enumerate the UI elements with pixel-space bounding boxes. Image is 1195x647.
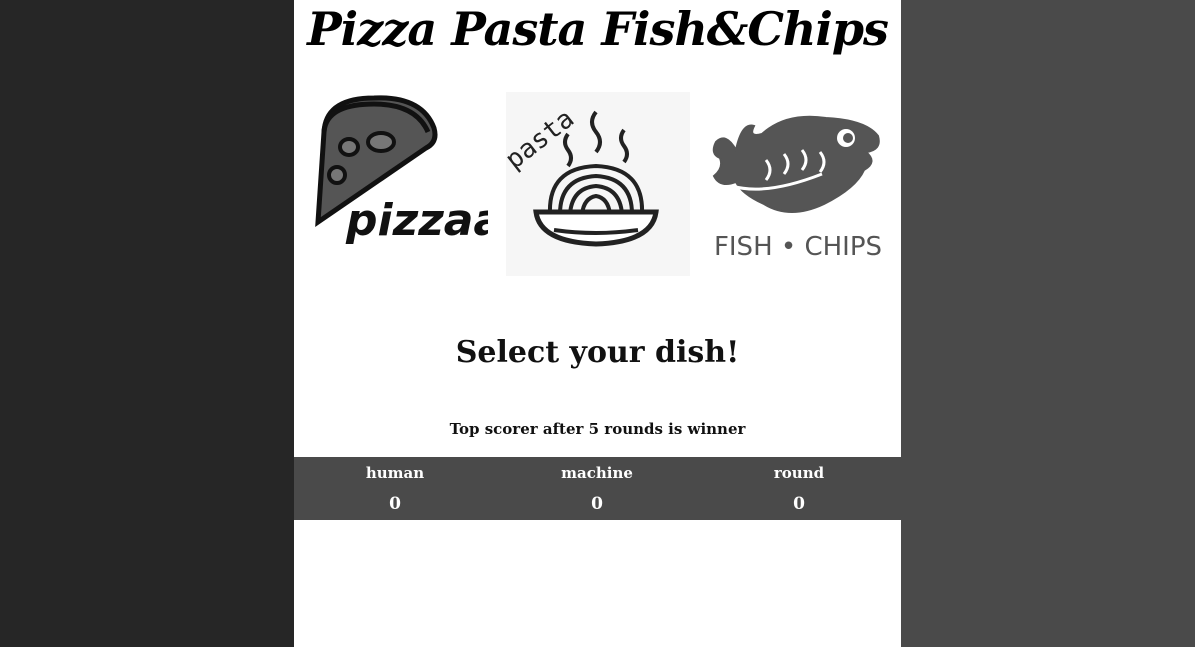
pizza-icon: pizzaa bbox=[315, 95, 488, 246]
pizza-logo-text: pizzaa bbox=[345, 195, 488, 246]
select-dish-prompt: Select your dish! bbox=[455, 335, 740, 370]
human-score-value: 0 bbox=[389, 494, 401, 514]
machine-score-value: 0 bbox=[591, 494, 603, 514]
game-title: Pizza Pasta Fish&Chips bbox=[307, 2, 889, 56]
round-value: 0 bbox=[793, 494, 805, 514]
human-score: human 0 bbox=[294, 457, 496, 520]
fish-icon: FISH • CHIPS bbox=[712, 115, 882, 262]
fish-chips-logo-text: FISH • CHIPS bbox=[714, 232, 882, 262]
round-counter: round 0 bbox=[698, 457, 900, 520]
machine-score-label: machine bbox=[561, 464, 633, 482]
right-background-panel bbox=[901, 0, 1195, 647]
pasta-choice-button[interactable]: pasta bbox=[506, 92, 690, 276]
left-background-panel bbox=[0, 0, 294, 647]
round-label: round bbox=[773, 464, 825, 482]
machine-score: machine 0 bbox=[496, 457, 698, 520]
scoreboard: human 0 machine 0 round 0 bbox=[294, 457, 901, 520]
fish-choice-button[interactable]: FISH • CHIPS bbox=[706, 92, 890, 276]
pasta-icon: pasta bbox=[506, 104, 659, 247]
pizza-choice-button[interactable]: pizzaa bbox=[304, 92, 488, 276]
human-score-label: human bbox=[365, 464, 425, 482]
game-container: Pizza Pasta Fish&Chips pizzaa pasta FISH… bbox=[294, 0, 901, 647]
game-rule-text: Top scorer after 5 rounds is winner bbox=[449, 420, 746, 438]
dish-choices: pizzaa pasta FISH • CHIPS bbox=[294, 92, 901, 278]
